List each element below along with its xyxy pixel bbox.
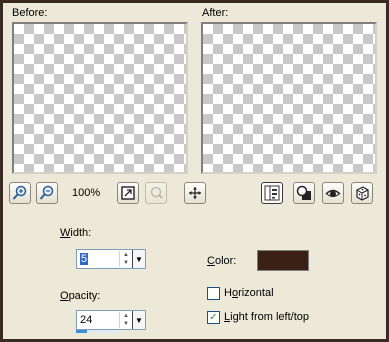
opacity-spinner[interactable]: ▲ ▼: [119, 312, 132, 328]
opacity-level-track: [76, 330, 120, 333]
width-dropdown-button[interactable]: ▼: [132, 250, 145, 268]
dice-icon: [356, 186, 369, 201]
opacity-label: Opacity:: [60, 290, 101, 302]
color-swatch[interactable]: [257, 250, 309, 271]
zoom-selection-icon: [150, 186, 163, 199]
eye-button[interactable]: [322, 182, 344, 204]
horizontal-checkbox[interactable]: [207, 287, 220, 300]
randomize-button[interactable]: [351, 182, 373, 204]
spin-down-icon[interactable]: ▼: [120, 320, 132, 328]
zoom-selection-button[interactable]: [145, 182, 167, 204]
width-spinner[interactable]: ▲ ▼: [119, 251, 132, 267]
mask-button[interactable]: [293, 182, 315, 204]
zoom-level: 100%: [72, 187, 101, 199]
width-field[interactable]: 5 ▲ ▼ ▼: [76, 249, 146, 269]
zoom-out-icon: [39, 185, 54, 200]
opacity-field[interactable]: 24 ▲ ▼ ▼: [76, 310, 146, 330]
zoom-fit-icon: [121, 186, 135, 200]
mask-icon: [296, 185, 311, 200]
light-checkbox[interactable]: ✓: [207, 311, 220, 324]
opacity-level-fill: [76, 330, 87, 333]
light-label[interactable]: Light from left/top: [224, 311, 309, 323]
zoom-out-button[interactable]: [36, 182, 58, 204]
opacity-value[interactable]: 24: [80, 314, 92, 326]
dropdown-arrow-icon: ▼: [135, 254, 143, 264]
opacity-dropdown-button[interactable]: ▼: [132, 311, 145, 329]
proof-button[interactable]: [261, 182, 283, 204]
horizontal-label[interactable]: Horizontal: [224, 287, 274, 299]
spin-up-icon[interactable]: ▲: [120, 251, 132, 259]
zoom-in-button[interactable]: [9, 182, 31, 204]
width-label: Width:: [60, 227, 92, 239]
spin-down-icon[interactable]: ▼: [120, 259, 132, 267]
before-label: Before:: [12, 7, 48, 19]
zoom-fit-button[interactable]: [117, 182, 139, 204]
after-preview[interactable]: [201, 22, 377, 174]
eye-icon: [325, 189, 341, 197]
color-label: Color:: [207, 255, 237, 267]
zoom-in-icon: [12, 185, 27, 200]
width-value[interactable]: 5: [80, 253, 89, 265]
before-preview[interactable]: [12, 22, 188, 174]
dropdown-arrow-icon: ▼: [135, 315, 143, 325]
after-label: After:: [202, 7, 229, 19]
spin-up-icon[interactable]: ▲: [120, 312, 132, 320]
pan-icon: [189, 187, 201, 199]
pan-button[interactable]: [184, 182, 206, 204]
proof-icon: [264, 185, 280, 201]
